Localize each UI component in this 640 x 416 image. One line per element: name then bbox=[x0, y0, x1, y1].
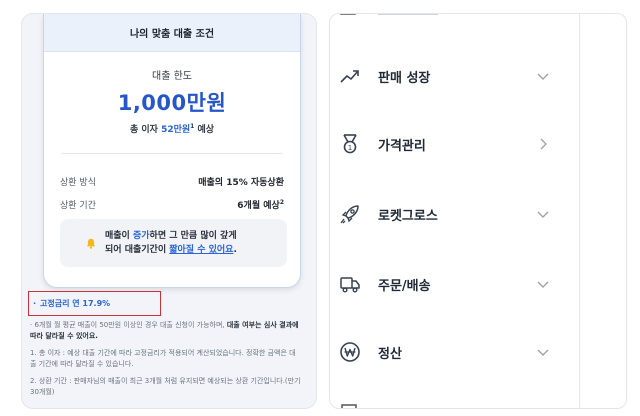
menu-label-sales-growth: 판매 성장 bbox=[378, 70, 431, 86]
menu-item-rocket-growth[interactable]: 로켓그로스 bbox=[330, 184, 579, 244]
interest-estimate: 총 이자 52만원1 예상 bbox=[44, 122, 300, 135]
menu-label-settlement: 정산 bbox=[378, 346, 402, 362]
rocket-icon bbox=[340, 205, 359, 224]
bullet-icon: · bbox=[33, 299, 37, 308]
menu-item-price-management[interactable]: 1 가격관리 bbox=[330, 114, 579, 174]
divider bbox=[62, 153, 282, 154]
chevron-down-icon[interactable] bbox=[536, 277, 550, 291]
menu-item-sales-growth[interactable]: 판매 성장 bbox=[330, 46, 579, 106]
footnote-1a: 6개월 월 평균 매출이 50만원 이상인 경우 대출 신청이 가능하며, bbox=[34, 321, 227, 329]
truck-icon bbox=[340, 277, 360, 293]
chevron-right-icon[interactable] bbox=[536, 137, 550, 151]
screen: 나의 맞춤 대출 조건 대출 한도 1,000만원 총 이자 52만원1 예상 … bbox=[0, 0, 640, 416]
menu-label-rocket-growth: 로켓그로스 bbox=[378, 208, 438, 224]
period-footnote-mark: 2 bbox=[279, 199, 284, 206]
repay-method-value: 매출의 15% 자동상환 bbox=[198, 178, 284, 188]
repay-period-row: 상환 기간 6개월 예상2 bbox=[44, 198, 300, 211]
chevron-down-icon[interactable] bbox=[536, 69, 550, 83]
notice-l1c: 하면 그 만큼 많이 갚게 bbox=[149, 231, 237, 241]
interest-prefix: 총 이자 bbox=[129, 125, 162, 135]
menu-item-orders-shipping[interactable]: 주문/배송 bbox=[330, 254, 579, 314]
repay-method-label: 상환 방식 bbox=[60, 178, 96, 188]
repay-period-value: 6개월 예상2 bbox=[237, 198, 284, 211]
panel-divider bbox=[579, 14, 580, 408]
limit-amount: 1,000만원 bbox=[117, 91, 227, 115]
notice-l2b: 짧아질 수 있어요 bbox=[169, 245, 234, 255]
notice-l1b: 증가 bbox=[132, 231, 150, 241]
menu-label-orders-shipping: 주문/배송 bbox=[378, 278, 431, 294]
seller-menu-panel: 판매 성장 1 가격관리 로켓그로스 주문/배송 정산 bbox=[329, 13, 627, 409]
notice-text: 매출이 증가하면 그 만큼 많이 갚게 되어 대출기간이 짧아질 수 있어요. bbox=[105, 229, 237, 257]
interest-value: 52만원 bbox=[161, 125, 191, 135]
cut-off-menu-item bbox=[340, 14, 438, 15]
sales-notice: 매출이 증가하면 그 만큼 많이 갚게 되어 대출기간이 짧아질 수 있어요. bbox=[60, 219, 287, 267]
limit-label: 대출 한도 bbox=[152, 71, 192, 82]
repay-period-text: 6개월 예상 bbox=[237, 201, 280, 211]
interest-suffix: 예상 bbox=[194, 125, 215, 135]
card-title: 나의 맞춤 대출 조건 bbox=[44, 14, 300, 52]
notice-l2c: . bbox=[233, 245, 237, 255]
chevron-down-icon[interactable] bbox=[536, 345, 550, 359]
notice-l2a: 되어 대출기간이 bbox=[105, 245, 170, 255]
menu-item-settlement[interactable]: 정산 bbox=[330, 322, 579, 382]
loan-panel: 나의 맞춤 대출 조건 대출 한도 1,000만원 총 이자 52만원1 예상 … bbox=[21, 13, 317, 409]
repay-period-label: 상환 기간 bbox=[60, 201, 96, 211]
won-coin-icon bbox=[340, 342, 360, 362]
repay-method-row: 상환 방식 매출의 15% 자동상환 bbox=[44, 175, 300, 188]
bell-icon bbox=[86, 238, 96, 249]
loan-conditions-card: 나의 맞춤 대출 조건 대출 한도 1,000만원 총 이자 52만원1 예상 … bbox=[43, 14, 301, 288]
menu-label-price-management: 가격관리 bbox=[378, 138, 426, 154]
fixed-rate-highlight: · 고정금리 연 17.9% bbox=[28, 291, 161, 316]
fixed-rate-text: 고정금리 연 17.9% bbox=[40, 299, 111, 308]
footnote-interest: 1. 총 이자 : 예상 대출 기간에 따라 고정금리가 적용되어 계산되었습니… bbox=[30, 349, 296, 368]
chevron-down-icon[interactable] bbox=[536, 207, 550, 221]
footnote-period: 2. 상환 기간 : 판매자님의 매출이 최근 3개월 처럼 유지되면 예상되는… bbox=[30, 377, 301, 396]
svg-text:1: 1 bbox=[348, 144, 352, 152]
footnote-eligibility: · 6개월 월 평균 매출이 50만원 이상인 경우 대출 신청이 가능하며, … bbox=[30, 321, 299, 340]
medal-icon: 1 bbox=[343, 134, 357, 154]
notice-l1a: 매출이 bbox=[105, 231, 133, 241]
trend-up-icon bbox=[340, 70, 359, 83]
cut-off-icon bbox=[341, 404, 357, 408]
